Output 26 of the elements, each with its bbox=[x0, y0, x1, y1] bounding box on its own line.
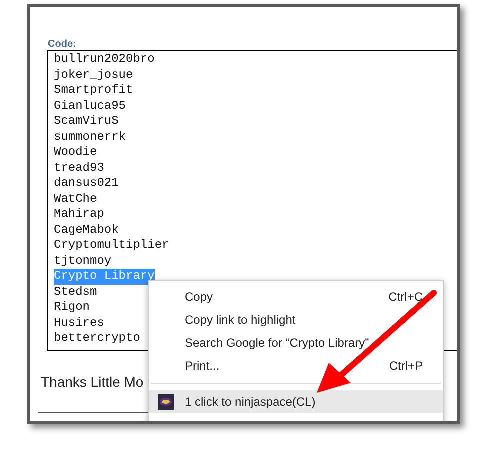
code-line: Rigon bbox=[54, 300, 90, 316]
code-line: Stedsm bbox=[54, 284, 98, 300]
code-line: tjtonmoy bbox=[54, 254, 112, 269]
code-line: Smartprofit bbox=[54, 83, 134, 98]
menu-item[interactable]: Search Google for “Crypto Library” bbox=[149, 331, 443, 354]
code-line: summonerrk bbox=[54, 130, 126, 145]
code-line: CageMabok bbox=[54, 222, 119, 238]
code-line: Mahirap bbox=[54, 207, 104, 222]
post-text: Thanks Little Mo bbox=[41, 373, 144, 392]
code-line: Husires bbox=[54, 316, 104, 331]
menu-item[interactable]: Copy link to highlight bbox=[149, 308, 443, 331]
menu-item[interactable]: 1 click to ninjaspace(CL) bbox=[149, 390, 443, 413]
code-line: Woodie bbox=[54, 145, 98, 160]
menu-item[interactable]: Copy Ctrl+C bbox=[149, 285, 443, 308]
code-line: bullrun2020bro bbox=[54, 52, 155, 68]
code-line: bettercrypto bbox=[54, 331, 140, 346]
code-label: Code: bbox=[48, 38, 76, 52]
code-line: tread93 bbox=[54, 160, 104, 176]
code-line: Gianluca95 bbox=[54, 98, 126, 114]
extension-icon bbox=[158, 394, 174, 410]
code-line: ScamViruS bbox=[54, 114, 119, 130]
menu-item[interactable]: Print... Ctrl+P bbox=[149, 354, 443, 377]
code-line: joker_josue bbox=[54, 68, 134, 83]
code-line: WatChe bbox=[54, 192, 98, 207]
code-line: dansus021 bbox=[54, 176, 119, 192]
code-line: Cryptomultiplier bbox=[54, 238, 170, 254]
